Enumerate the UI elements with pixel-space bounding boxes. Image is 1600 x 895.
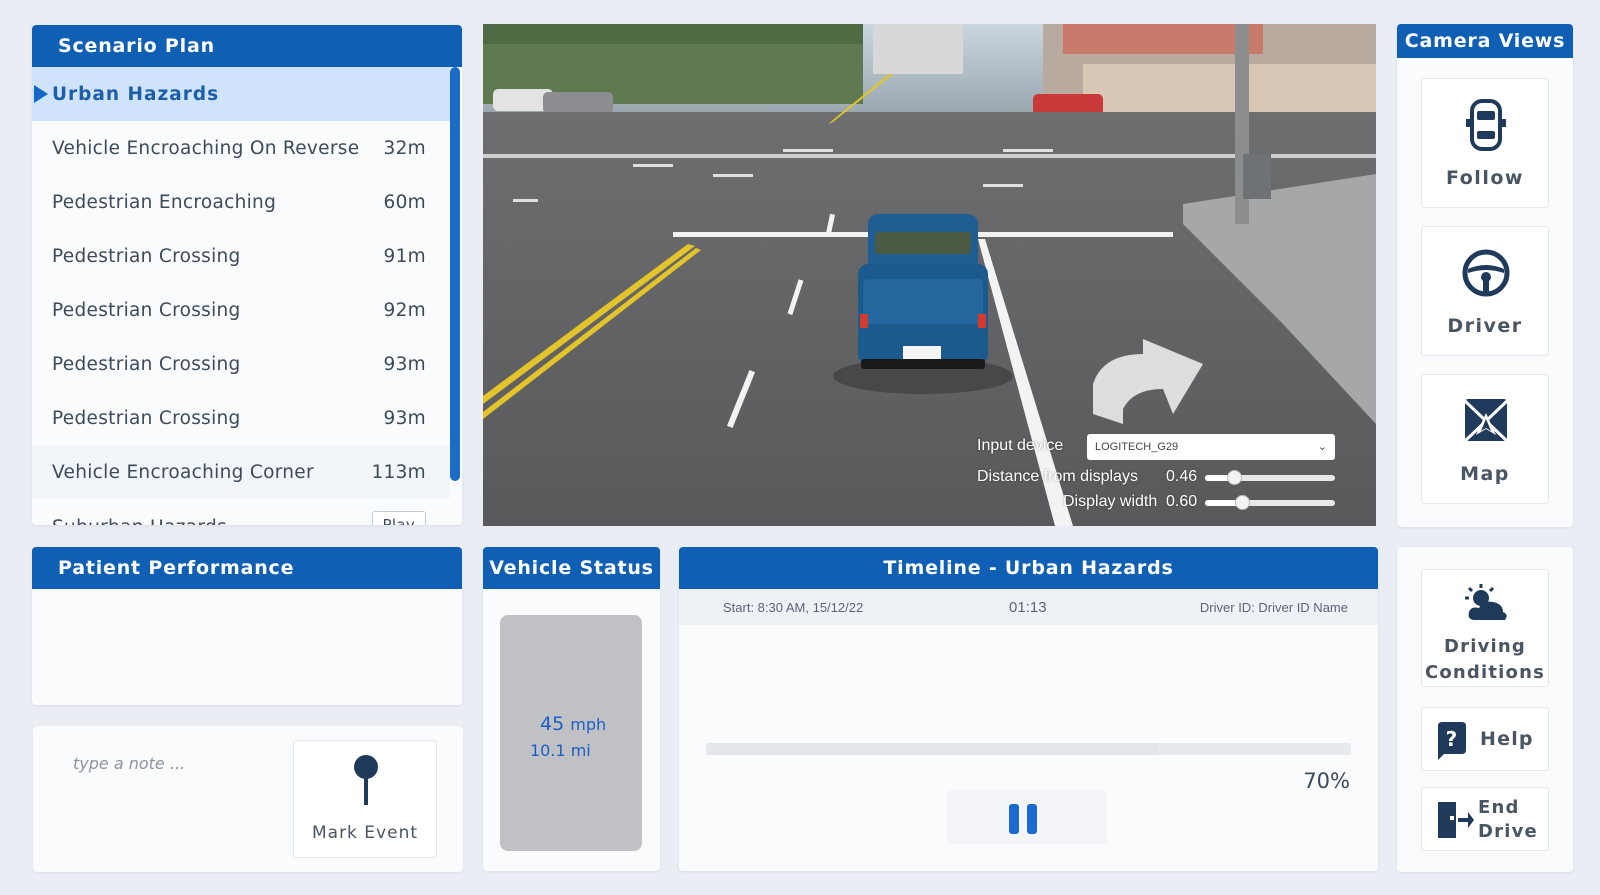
scenario-item-distance: 93m (383, 353, 426, 375)
exit-door-icon (1438, 802, 1474, 838)
scenario-item-label: Pedestrian Crossing (52, 299, 241, 321)
end-drive-line2: Drive (1478, 821, 1538, 842)
map-icon (1463, 399, 1509, 443)
patient-performance-title: Patient Performance (32, 547, 462, 589)
pause-icon-bar (1027, 804, 1037, 834)
distance-driven-value: 10.1 (530, 741, 566, 760)
timeline-progress-bar[interactable] (706, 743, 1351, 755)
help-button[interactable]: ? Help (1421, 707, 1549, 771)
list-item[interactable]: Vehicle Encroaching On Reverse 32m (32, 121, 450, 175)
list-item[interactable]: Pedestrian Crossing 91m (32, 229, 450, 283)
scenario-item-label: Pedestrian Crossing (52, 353, 241, 375)
camera-views-title: Camera Views (1397, 24, 1573, 58)
scenario-item-distance: 91m (383, 245, 426, 267)
driving-conditions-button[interactable]: Driving Conditions (1421, 569, 1549, 687)
scenario-item-label: Pedestrian Crossing (52, 407, 241, 429)
scenario-plan-panel: Scenario Plan Urban Hazards Vehicle Encr… (32, 25, 462, 525)
timeline-info-bar: Start: 8:30 AM, 15/12/22 01:13 Driver ID… (679, 589, 1378, 625)
timeline-title: Timeline - Urban Hazards (679, 547, 1378, 589)
scenario-item-label: Vehicle Encroaching Corner (52, 461, 314, 483)
list-item[interactable]: Pedestrian Encroaching 60m (32, 175, 450, 229)
distance-readout: 10.1 mi (530, 741, 591, 760)
weather-cloud-icon (1465, 584, 1507, 620)
notes-panel: Mark Event (33, 726, 463, 872)
input-device-label: Input device (977, 437, 1064, 454)
follow-label: Follow (1446, 167, 1524, 189)
speed-gauge: 45 mph 10.1 mi (500, 615, 642, 851)
steering-wheel-icon (1462, 249, 1510, 297)
svg-text:?: ? (1446, 727, 1459, 751)
map-label: Map (1460, 463, 1510, 485)
patient-performance-panel: Patient Performance (32, 547, 462, 705)
driving-conditions-line2: Conditions (1424, 662, 1546, 683)
scenario-item-distance: 32m (383, 137, 426, 159)
display-width-slider[interactable] (1205, 495, 1335, 510)
scenario-item-label: Pedestrian Crossing (52, 245, 241, 267)
distance-slider[interactable] (1205, 470, 1335, 485)
input-device-value: LOGITECH_G29 (1095, 441, 1179, 453)
end-drive-button[interactable]: End Drive (1421, 787, 1549, 851)
play-triangle-icon (34, 85, 48, 103)
display-width-label: Display width (1063, 493, 1158, 510)
scenario-item-active[interactable]: Urban Hazards (32, 67, 450, 121)
end-drive-line1: End (1478, 797, 1520, 818)
help-question-icon: ? (1438, 722, 1466, 760)
mark-event-button[interactable]: Mark Event (293, 740, 437, 858)
play-button[interactable]: Play (371, 511, 426, 525)
simulation-viewport[interactable]: Input device LOGITECH_G29 ⌄ Distance fro… (483, 24, 1376, 526)
timeline-driver-id: Driver ID: Driver ID Name (1199, 600, 1348, 615)
timeline-clock: 01:13 (1009, 599, 1047, 616)
scenario-scrollbar[interactable] (450, 67, 460, 481)
input-device-select[interactable]: LOGITECH_G29 ⌄ (1087, 434, 1335, 460)
scenario-item-distance: 92m (383, 299, 426, 321)
driving-conditions-line1: Driving (1444, 636, 1526, 657)
end-drive-label: End Drive (1478, 796, 1538, 844)
scenario-item-distance: 113m (371, 461, 426, 483)
list-item-partial[interactable]: Suburban Hazards Play (32, 499, 450, 525)
scenario-item-label: Suburban Hazards (52, 517, 227, 525)
list-item[interactable]: Pedestrian Crossing 93m (32, 391, 450, 445)
scenario-item-label: Vehicle Encroaching On Reverse (52, 137, 360, 159)
timeline-progress-label: 70% (1303, 769, 1350, 793)
timeline-progress-fill (706, 743, 1158, 755)
speed-readout: 45 mph (540, 713, 606, 735)
driver-label: Driver (1447, 315, 1523, 337)
scenario-plan-title: Scenario Plan (32, 25, 462, 67)
driver-camera-button[interactable]: Driver (1421, 226, 1549, 356)
display-width-slider-handle[interactable] (1235, 495, 1250, 510)
driving-conditions-label: Driving Conditions (1422, 634, 1548, 686)
scenario-list: Urban Hazards Vehicle Encroaching On Rev… (32, 67, 450, 525)
help-label: Help (1480, 728, 1534, 750)
actions-panel: Driving Conditions ? Help End Drive (1397, 547, 1573, 872)
distance-value: 0.46 (1166, 468, 1198, 485)
scenario-item-distance: 60m (383, 191, 426, 213)
scenario-item-label: Urban Hazards (52, 83, 220, 105)
mark-event-label: Mark Event (311, 823, 419, 843)
chevron-down-icon: ⌄ (1317, 441, 1327, 453)
display-width-value: 0.60 (1166, 493, 1198, 510)
pause-button[interactable] (947, 790, 1107, 844)
speed-value: 45 (540, 713, 565, 735)
vehicle-status-title: Vehicle Status (483, 547, 660, 589)
scenario-item-label: Pedestrian Encroaching (52, 191, 277, 213)
note-input[interactable] (73, 754, 273, 773)
camera-views-panel: Camera Views Follow Driver Map (1397, 24, 1573, 527)
timeline-panel: Timeline - Urban Hazards Start: 8:30 AM,… (679, 547, 1378, 871)
pause-icon (1009, 804, 1019, 834)
scenario-item-distance: 93m (383, 407, 426, 429)
list-item[interactable]: Pedestrian Crossing 92m (32, 283, 450, 337)
speed-unit: mph (570, 715, 607, 734)
map-camera-button[interactable]: Map (1421, 374, 1549, 504)
distance-label: Distance from displays (977, 468, 1138, 485)
list-item[interactable]: Vehicle Encroaching Corner 113m (32, 445, 450, 499)
timeline-start: Start: 8:30 AM, 15/12/22 (723, 600, 864, 615)
car-top-icon (1466, 99, 1506, 151)
list-item[interactable]: Pedestrian Crossing 93m (32, 337, 450, 391)
pin-icon (354, 755, 378, 805)
vehicle-status-panel: Vehicle Status 45 mph 10.1 mi (483, 547, 660, 871)
distance-driven-unit: mi (570, 741, 591, 760)
follow-camera-button[interactable]: Follow (1421, 78, 1549, 208)
distance-slider-handle[interactable] (1227, 470, 1242, 485)
